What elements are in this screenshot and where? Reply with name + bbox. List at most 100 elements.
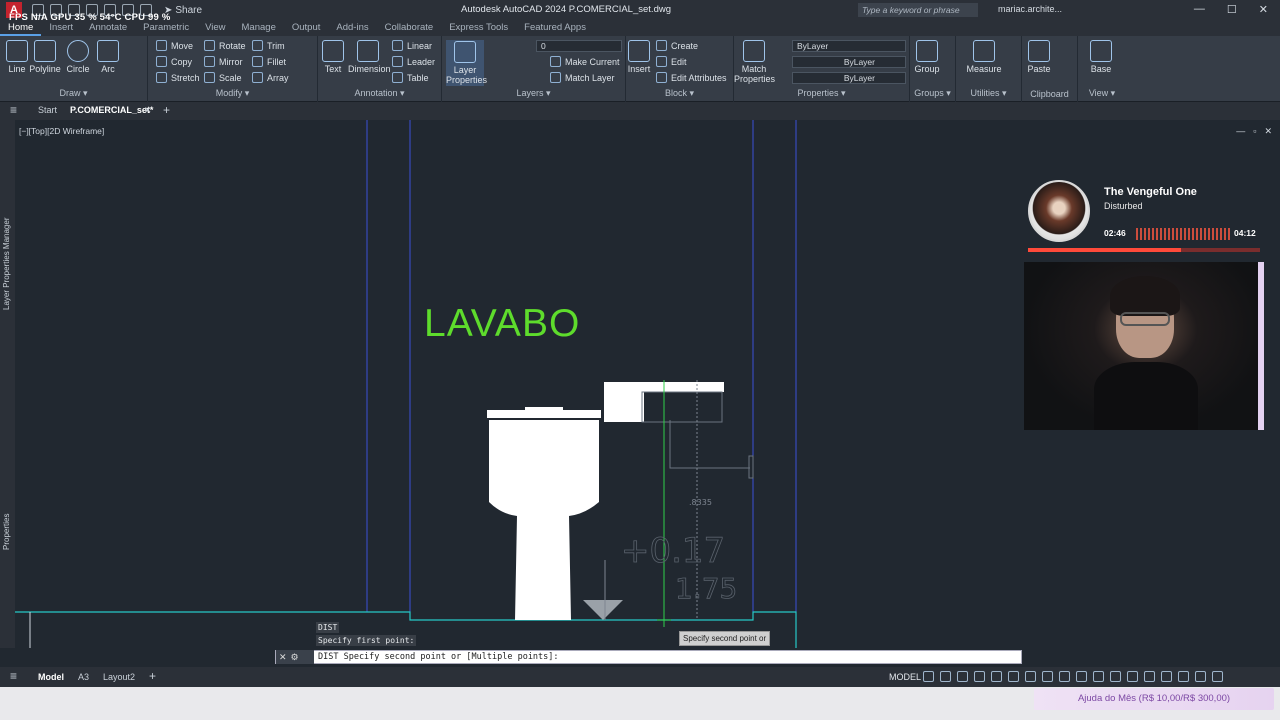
mirror-tool[interactable]: Mirror [204,56,243,67]
dimension-text-height: 1.75 [675,572,737,605]
text-tool[interactable]: Text [316,40,350,74]
object-snap-icon[interactable] [1025,671,1036,682]
menu-icon[interactable]: ≡ [10,669,17,683]
tab-home[interactable]: Home [0,20,42,36]
customization-icon[interactable] [1212,671,1223,682]
base-button[interactable]: Base [1084,40,1118,74]
new-tab-icon[interactable]: + [163,103,170,117]
create-block-button[interactable]: Create [656,40,698,51]
polar-icon[interactable] [974,671,985,682]
move-tool[interactable]: Move [156,40,193,51]
paste-button[interactable]: Paste [1022,40,1056,74]
view-panel-label[interactable]: View ▾ [1078,88,1126,99]
dimension-icon [357,40,379,62]
tab-view[interactable]: View [197,20,233,36]
utilities-panel-label[interactable]: Utilities ▾ [956,88,1021,99]
annotation-scale-icon[interactable] [1093,671,1104,682]
trim-tool[interactable]: Trim [252,40,285,51]
array-tool[interactable]: Array [252,72,289,83]
isodraft-icon[interactable] [991,671,1002,682]
tab-manage[interactable]: Manage [234,20,284,36]
edit-attributes-button[interactable]: Edit Attributes [656,72,727,83]
add-layout-icon[interactable]: + [149,669,156,683]
maximize-icon[interactable]: ☐ [1227,3,1237,16]
insert-button[interactable]: Insert [622,40,656,74]
layout-tab-model[interactable]: Model [38,672,64,682]
clean-screen-icon[interactable] [1195,671,1206,682]
annotation-panel-label[interactable]: Annotation ▾ [318,88,441,99]
close-command-icon[interactable]: ✕ [279,652,287,663]
close-icon[interactable]: ✕ [1259,3,1268,16]
lineweight-dropdown[interactable]: ByLayer [792,72,906,84]
tab-output[interactable]: Output [284,20,329,36]
selection-cycling-icon[interactable] [1076,671,1087,682]
draw-panel-label[interactable]: Draw ▾ [0,88,147,99]
level-marker-icon [583,600,623,620]
tab-featured-apps[interactable]: Featured Apps [516,20,594,36]
copy-tool[interactable]: Copy [156,56,192,67]
polyline-tool[interactable]: Polyline [28,40,62,74]
clipboard-panel-label[interactable]: Clipboard [1022,89,1077,99]
quick-properties-icon[interactable] [1144,671,1155,682]
rotate-tool[interactable]: Rotate [204,40,246,51]
properties-palette-tab[interactable]: Properties [2,514,11,550]
layer-properties-button[interactable]: Layer Properties [446,40,487,86]
customize-icon[interactable]: ⚙ [291,652,299,663]
color-dropdown[interactable]: ByLayer [792,40,906,52]
command-line[interactable]: ✕ ⚙ DIST Specify second point or [Multip… [275,650,1022,664]
tab-start[interactable]: Start [38,105,57,115]
workspace-icon[interactable] [1110,671,1121,682]
leader-tool[interactable]: Leader [392,56,435,67]
minimize-icon[interactable]: — [1194,3,1205,16]
units-icon[interactable] [1127,671,1138,682]
modify-panel-label[interactable]: Modify ▾ [148,88,317,99]
ortho-icon[interactable] [957,671,968,682]
stretch-tool[interactable]: Stretch [156,72,200,83]
make-current-button[interactable]: Make Current [550,56,620,67]
linetype-dropdown[interactable]: ByLayer [792,56,906,68]
leader-icon [392,56,403,67]
scale-tool[interactable]: Scale [204,72,242,83]
tab-annotate[interactable]: Annotate [81,20,135,36]
circle-tool[interactable]: Circle [61,40,95,74]
search-input[interactable]: Type a keyword or phrase [858,3,978,17]
layers-panel-label[interactable]: Layers ▾ [442,88,625,99]
table-tool[interactable]: Table [392,72,429,83]
arc-tool[interactable]: Arc [91,40,125,74]
match-properties-button[interactable]: Match Properties [734,40,775,84]
properties-panel-label[interactable]: Properties ▾ [734,88,909,99]
lineweight-icon[interactable] [1042,671,1053,682]
measure-button[interactable]: Measure [962,40,1006,74]
dimension-tool[interactable]: Dimension [348,40,391,74]
tab-insert[interactable]: Insert [41,20,81,36]
tab-add-ins[interactable]: Add-ins [328,20,376,36]
match-layer-button[interactable]: Match Layer [550,72,615,83]
tab-parametric[interactable]: Parametric [135,20,197,36]
edit-block-button[interactable]: Edit [656,56,687,67]
tab-express-tools[interactable]: Express Tools [441,20,516,36]
tab-collaborate[interactable]: Collaborate [377,20,442,36]
copy-icon [156,56,167,67]
grid-icon[interactable] [923,671,934,682]
layer-properties-manager-tab[interactable]: Layer Properties Manager [2,218,11,311]
isolate-objects-icon[interactable] [1178,671,1189,682]
hardware-acceleration-icon[interactable] [1161,671,1172,682]
group-button[interactable]: Group [910,40,944,74]
layout-tab-layout2[interactable]: Layout2 [103,672,135,682]
tab-p-comercial[interactable]: P.COMERCIAL_set* [70,105,153,115]
groups-panel-label[interactable]: Groups ▾ [910,88,955,99]
snap-icon[interactable] [940,671,951,682]
layer-dropdown[interactable]: 0 [536,40,622,52]
menu-icon[interactable]: ≡ [10,103,17,117]
close-tab-icon[interactable]: ✕ [144,105,152,116]
model-space-toggle[interactable]: MODEL [889,672,921,682]
linear-dim-tool[interactable]: Linear [392,40,432,51]
command-prompt[interactable]: DIST Specify second point or [Multiple p… [314,652,559,662]
layout-tab-a3[interactable]: A3 [78,672,89,682]
fillet-tool[interactable]: Fillet [252,56,286,67]
toilet-lid [487,410,601,418]
transparency-icon[interactable] [1059,671,1070,682]
block-panel-label[interactable]: Block ▾ [626,88,733,99]
user-account-button[interactable]: mariac.archite... [998,4,1062,14]
object-snap-tracking-icon[interactable] [1008,671,1019,682]
